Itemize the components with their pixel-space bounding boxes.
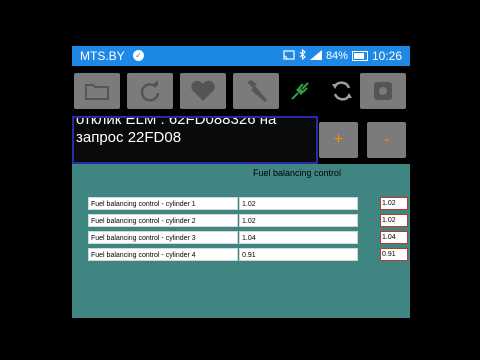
clock: 10:26	[371, 49, 402, 63]
row-value: 1.02	[239, 214, 358, 227]
status-bar: MTS.BY ✓ 84% 10:26	[72, 46, 410, 66]
response-line-2: запрос 22FD08	[76, 129, 182, 146]
battery-icon	[351, 51, 368, 61]
favorite-button[interactable]	[180, 73, 226, 109]
heart-icon	[190, 80, 216, 102]
settings-button[interactable]	[360, 73, 406, 109]
carrier-label: MTS.BY	[80, 49, 125, 63]
status-icons: 84% 10:26	[283, 48, 402, 63]
open-folder-button[interactable]	[74, 73, 120, 109]
decrement-button[interactable]: -	[367, 122, 406, 158]
sync-icon[interactable]	[328, 77, 356, 105]
increment-button[interactable]: +	[319, 122, 358, 158]
vpn-icon: ✓	[133, 50, 144, 61]
row-name: Fuel balancing control - cylinder 2	[88, 214, 238, 227]
row-edit-field[interactable]: 1.02	[380, 197, 408, 210]
gear-icon	[371, 79, 395, 103]
row-name: Fuel balancing control - cylinder 4	[88, 248, 238, 261]
row-edit-field[interactable]: 1.04	[380, 231, 408, 244]
row-value: 1.02	[239, 197, 358, 210]
fuel-balancing-panel: Fuel balancing control Fuel balancing co…	[72, 164, 410, 318]
refresh-icon	[138, 79, 162, 103]
row-value: 1.04	[239, 231, 358, 244]
row-value: 0.91	[239, 248, 358, 261]
battery-percent: 84%	[325, 50, 348, 62]
row-name: Fuel balancing control - cylinder 1	[88, 197, 238, 210]
tools-button[interactable]	[233, 73, 279, 109]
response-line-1: отклик ELM : 62FD088326 на	[76, 116, 277, 128]
app-main: отклик ELM : 62FD088326 на запрос 22FD08…	[72, 66, 410, 318]
row-edit-field[interactable]: 1.02	[380, 214, 408, 227]
refresh-button[interactable]	[127, 73, 173, 109]
row-edit-field[interactable]: 0.91	[380, 248, 408, 261]
signal-icon	[309, 49, 322, 63]
bluetooth-icon	[299, 48, 306, 63]
wrench-icon	[243, 78, 269, 104]
panel-title: Fuel balancing control	[253, 168, 342, 178]
connection-plug-icon[interactable]	[286, 77, 314, 105]
cast-icon	[283, 49, 295, 63]
row-name: Fuel balancing control - cylinder 3	[88, 231, 238, 244]
folder-icon	[84, 81, 110, 101]
elm-response-display: отклик ELM : 62FD088326 на запрос 22FD08	[72, 116, 318, 164]
